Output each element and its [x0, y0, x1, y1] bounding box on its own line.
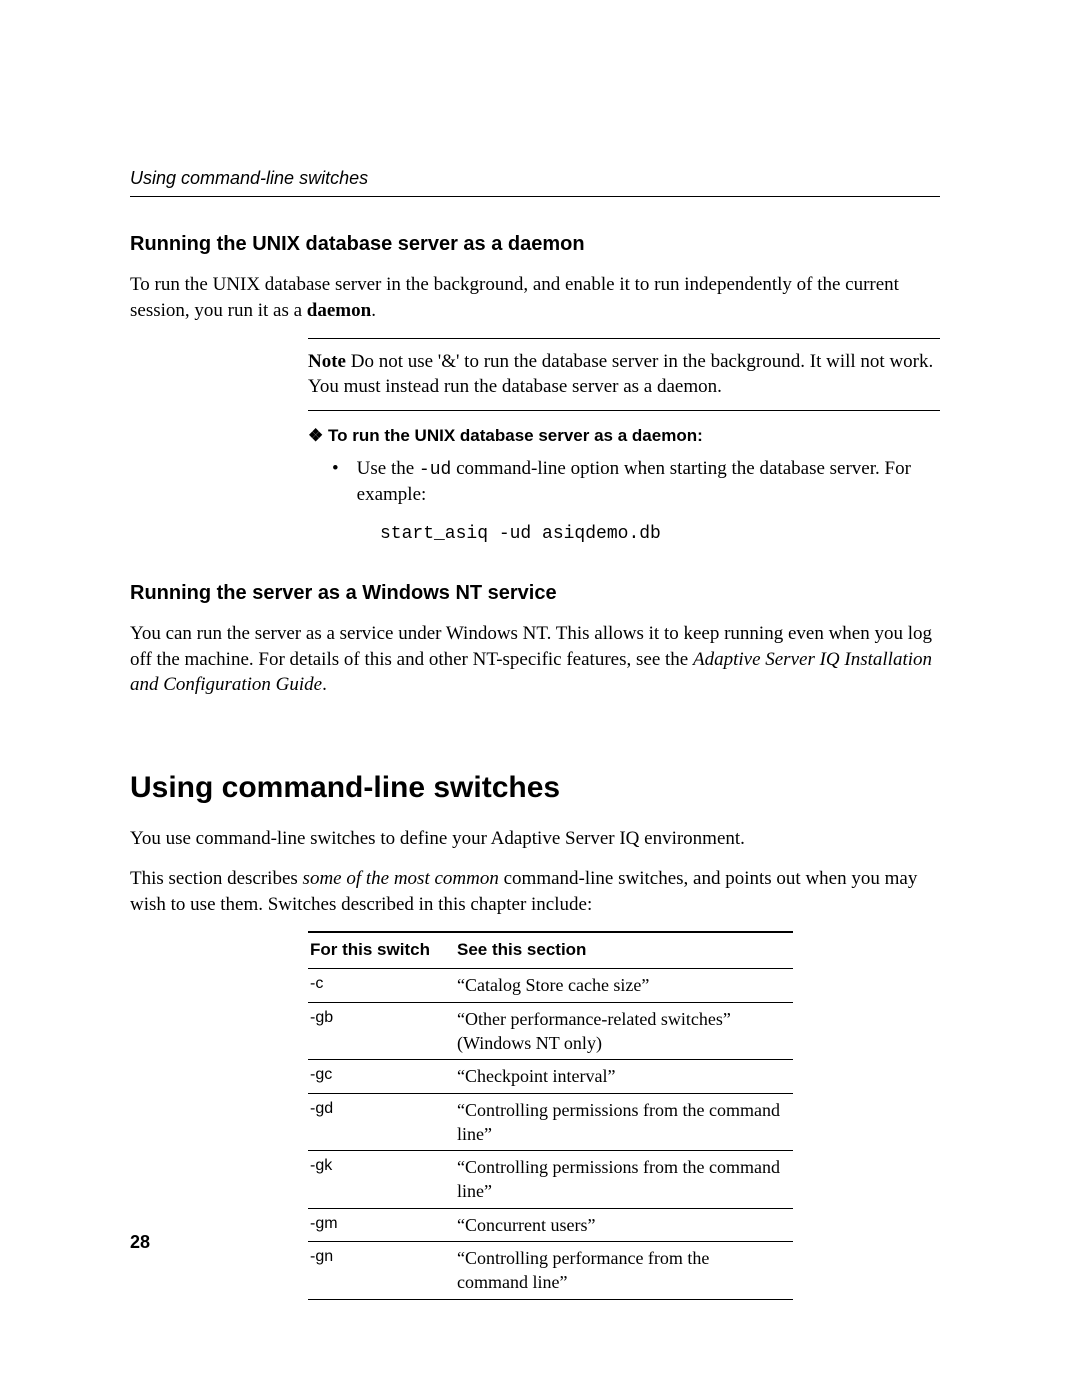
switch-cell: -gc — [308, 1060, 455, 1093]
subhead-text: To run the UNIX database server as a dae… — [328, 426, 703, 445]
unix-daemon-intro: To run the UNIX database server in the b… — [130, 272, 940, 323]
switch-cell: -gd — [308, 1093, 455, 1151]
section-cell: “Controlling performance from the comman… — [455, 1241, 793, 1299]
switch-cell: -c — [308, 969, 455, 1002]
switch-cell: -gk — [308, 1151, 455, 1209]
text: . — [371, 300, 376, 321]
section-cell: “Other performance-related switches” (Wi… — [455, 1002, 793, 1060]
section-nt-service-heading: Running the server as a Windows NT servi… — [130, 580, 940, 607]
th-switch: For this switch — [308, 932, 455, 968]
table-row: -gc“Checkpoint interval” — [308, 1060, 793, 1093]
note-body: Do not use '&' to run the database serve… — [308, 351, 933, 398]
switch-cell: -gm — [308, 1208, 455, 1241]
text: To run the UNIX database server in the b… — [130, 274, 899, 321]
emphasis: some of the most common — [303, 868, 499, 889]
bullet-list: • Use the -ud command-line option when s… — [308, 456, 940, 508]
to-run-subhead: ❖To run the UNIX database server as a da… — [308, 425, 940, 448]
daemon-word: daemon — [307, 300, 371, 321]
table-row: -gk“Controlling permissions from the com… — [308, 1151, 793, 1209]
nt-service-paragraph: You can run the server as a service unde… — [130, 621, 940, 698]
diamond-icon: ❖ — [308, 425, 328, 448]
section-unix-daemon-heading: Running the UNIX database server as a da… — [130, 231, 940, 258]
bullet-icon: • — [332, 456, 339, 508]
section-cell: “Catalog Store cache size” — [455, 969, 793, 1002]
header-rule — [130, 196, 940, 197]
text: Use the — [357, 458, 419, 479]
table-row: -gb“Other performance-related switches” … — [308, 1002, 793, 1060]
note-label: Note — [308, 351, 346, 372]
table-row: -c“Catalog Store cache size” — [308, 969, 793, 1002]
page-number: 28 — [130, 1230, 150, 1254]
main-title: Using command-line switches — [130, 768, 940, 809]
switches-table: For this switch See this section -c“Cata… — [308, 931, 793, 1299]
main-p2: This section describes some of the most … — [130, 866, 940, 917]
text: This section describes — [130, 868, 303, 889]
note-top-rule — [308, 338, 940, 339]
section-cell: “Checkpoint interval” — [455, 1060, 793, 1093]
note-text: Note Do not use '&' to run the database … — [308, 349, 940, 400]
list-item: • Use the -ud command-line option when s… — [332, 456, 940, 508]
note-bottom-rule — [308, 410, 940, 411]
section-cell: “Concurrent users” — [455, 1208, 793, 1241]
switch-cell: -gb — [308, 1002, 455, 1060]
text: . — [322, 674, 327, 695]
code-block: start_asiq -ud asiqdemo.db — [380, 522, 940, 546]
running-header: Using command-line switches — [130, 166, 940, 190]
bullet-text: Use the -ud command-line option when sta… — [357, 456, 940, 508]
section-cell: “Controlling permissions from the comman… — [455, 1093, 793, 1151]
table-row: -gn“Controlling performance from the com… — [308, 1241, 793, 1299]
inline-code: -ud — [419, 460, 451, 480]
section-cell: “Controlling permissions from the comman… — [455, 1151, 793, 1209]
table-row: -gm“Concurrent users” — [308, 1208, 793, 1241]
main-p1: You use command-line switches to define … — [130, 826, 940, 852]
th-section: See this section — [455, 932, 793, 968]
table-row: -gd“Controlling permissions from the com… — [308, 1093, 793, 1151]
note-box: Note Do not use '&' to run the database … — [308, 338, 940, 411]
switch-cell: -gn — [308, 1241, 455, 1299]
